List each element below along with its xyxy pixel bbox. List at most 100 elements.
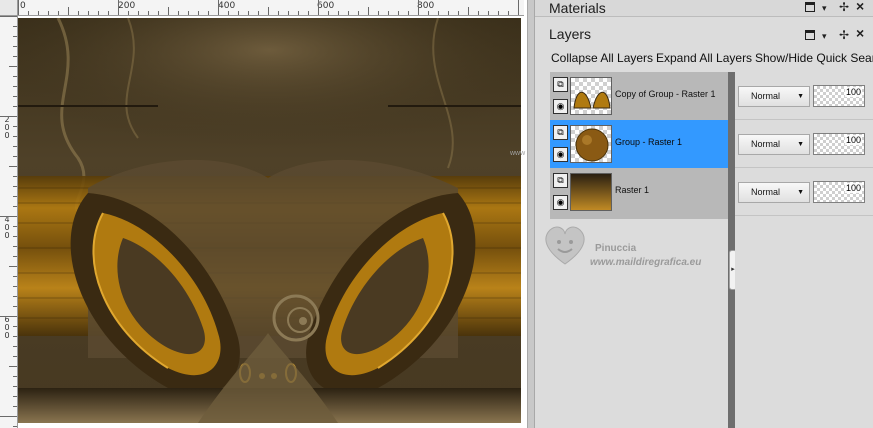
- ruler-tick: [448, 11, 449, 15]
- ruler-tick: [13, 246, 17, 247]
- chevron-down-icon: ▼: [797, 189, 804, 196]
- artwork-graphic: [18, 18, 521, 423]
- watermark-url: www.maildiregrafica.eu: [590, 257, 702, 268]
- chevron-down-icon: ▼: [797, 93, 804, 100]
- ruler-tick: [418, 0, 419, 15]
- ruler-tick: [13, 56, 17, 57]
- ruler-corner: [0, 0, 18, 16]
- eye-icon[interactable]: ◉: [553, 195, 568, 210]
- blend-mode-select[interactable]: Normal ▼: [738, 86, 810, 107]
- watermark-side-text: www: [510, 150, 526, 157]
- layer-type-icon[interactable]: ⧉: [553, 173, 568, 188]
- ruler-tick: [168, 7, 169, 15]
- ruler-tick: [9, 166, 17, 167]
- ruler-tick: [148, 11, 149, 15]
- ruler-tick: [0, 416, 17, 417]
- opacity-field[interactable]: 100: [813, 133, 865, 155]
- eye-icon[interactable]: ◉: [553, 99, 568, 114]
- close-icon[interactable]: ×: [856, 0, 864, 13]
- ruler-tick: [13, 46, 17, 47]
- ruler-label: 0: [20, 1, 26, 11]
- gradient-thumbnail: [570, 173, 612, 211]
- layer-name: Copy of Group - Raster 1: [615, 89, 716, 99]
- ruler-tick: [13, 106, 17, 107]
- eye-icon[interactable]: ◉: [553, 147, 568, 162]
- ruler-tick: [13, 176, 17, 177]
- layer-type-icon[interactable]: ⧉: [553, 77, 568, 92]
- chevron-down-icon[interactable]: ▾: [822, 30, 827, 42]
- show-hide-quick-search-button[interactable]: Show/Hide Quick Sear: [755, 51, 873, 65]
- pin-icon[interactable]: ✢: [839, 29, 849, 41]
- ruler-tick: [128, 11, 129, 15]
- expand-all-layers-button[interactable]: Expand All Layers: [656, 51, 752, 65]
- layers-panel-header[interactable]: Layers ▾ ✢ ×: [535, 18, 873, 48]
- ruler-tick: [278, 11, 279, 15]
- ruler-tick: [13, 196, 17, 197]
- ruler-tick: [13, 136, 17, 137]
- ruler-tick: [58, 11, 59, 15]
- ruler-tick: [13, 156, 17, 157]
- blend-mode-column: Normal ▼ 100 Normal ▼ 100 Normal ▼ 100: [735, 72, 873, 428]
- canvas-area: 0 200 400 600 800 2 0 0 4 0 0 6 0 0: [0, 0, 530, 428]
- ruler-tick: [428, 11, 429, 15]
- ruler-tick: [518, 0, 519, 15]
- ruler-tick: [218, 0, 219, 15]
- sphere-thumbnail: [570, 125, 612, 163]
- ruler-tick: [68, 7, 69, 15]
- layer-type-icon[interactable]: ⧉: [553, 125, 568, 140]
- layers-title: Layers: [549, 26, 592, 42]
- collapse-all-layers-button[interactable]: Collapse All Layers: [551, 51, 653, 65]
- ruler-tick: [9, 66, 17, 67]
- ruler-tick: [18, 0, 19, 15]
- close-icon[interactable]: ×: [856, 26, 864, 40]
- right-dock: Materials ▾ ✢ × Layers ▾ ✢ × Collapse Al…: [535, 0, 873, 428]
- horizontal-ruler: 0 200 400 600 800: [18, 0, 524, 16]
- blend-mode-select[interactable]: Normal ▼: [738, 182, 810, 203]
- ruler-tick: [358, 11, 359, 15]
- layer-row[interactable]: ⧉ ◉ Group - Raster 1: [550, 120, 728, 168]
- blend-mode-select[interactable]: Normal ▼: [738, 134, 810, 155]
- ruler-tick: [258, 11, 259, 15]
- layer-properties-row: Normal ▼ 100: [735, 120, 873, 168]
- ruler-tick: [178, 11, 179, 15]
- ruler-tick: [28, 11, 29, 15]
- ruler-tick: [13, 126, 17, 127]
- maximize-icon[interactable]: [805, 30, 815, 40]
- chevron-down-icon[interactable]: ▾: [822, 2, 827, 14]
- ruler-label: 2 0 0: [4, 115, 10, 140]
- panel-splitter[interactable]: [527, 0, 535, 428]
- ruler-tick: [0, 116, 17, 117]
- chevron-down-icon: ▼: [797, 141, 804, 148]
- ruler-tick: [308, 11, 309, 15]
- layer-row[interactable]: ⧉ ◉ Copy of Group - Raster 1: [550, 72, 728, 120]
- ruler-tick: [468, 7, 469, 15]
- canvas-artwork[interactable]: [18, 18, 521, 423]
- ruler-tick: [13, 206, 17, 207]
- layer-row[interactable]: ⧉ ◉ Raster 1: [550, 168, 728, 216]
- ruler-label: 4 0 0: [4, 215, 10, 240]
- vertical-ruler: 2 0 0 4 0 0 6 0 0: [0, 16, 18, 428]
- ruler-label: 600: [317, 1, 335, 11]
- opacity-field[interactable]: 100: [813, 85, 865, 107]
- ruler-tick: [13, 306, 17, 307]
- layer-name: Group - Raster 1: [615, 137, 683, 147]
- layers-list: ⧉ ◉ Copy of Group - Raster 1 ⧉ ◉ Group -…: [550, 72, 728, 219]
- heart-logo-icon: [545, 226, 585, 265]
- ruler-tick: [328, 11, 329, 15]
- layer-properties-row: Normal ▼ 100: [735, 168, 873, 216]
- ruler-tick: [13, 26, 17, 27]
- pin-icon[interactable]: ✢: [839, 1, 849, 13]
- ruler-tick: [13, 296, 17, 297]
- ruler-tick: [298, 11, 299, 15]
- ruler-tick: [118, 0, 119, 15]
- opacity-field[interactable]: 100: [813, 181, 865, 203]
- ruler-tick: [13, 276, 17, 277]
- ruler-tick: [13, 336, 17, 337]
- ruler-tick: [488, 11, 489, 15]
- ruler-tick: [13, 256, 17, 257]
- layer-properties-row: Normal ▼ 100: [735, 72, 873, 120]
- ruler-tick: [498, 11, 499, 15]
- watermark: Pinuccia www.maildiregrafica.eu: [540, 220, 730, 270]
- maximize-icon[interactable]: [805, 2, 815, 12]
- materials-panel-header[interactable]: Materials ▾ ✢ ×: [535, 0, 873, 17]
